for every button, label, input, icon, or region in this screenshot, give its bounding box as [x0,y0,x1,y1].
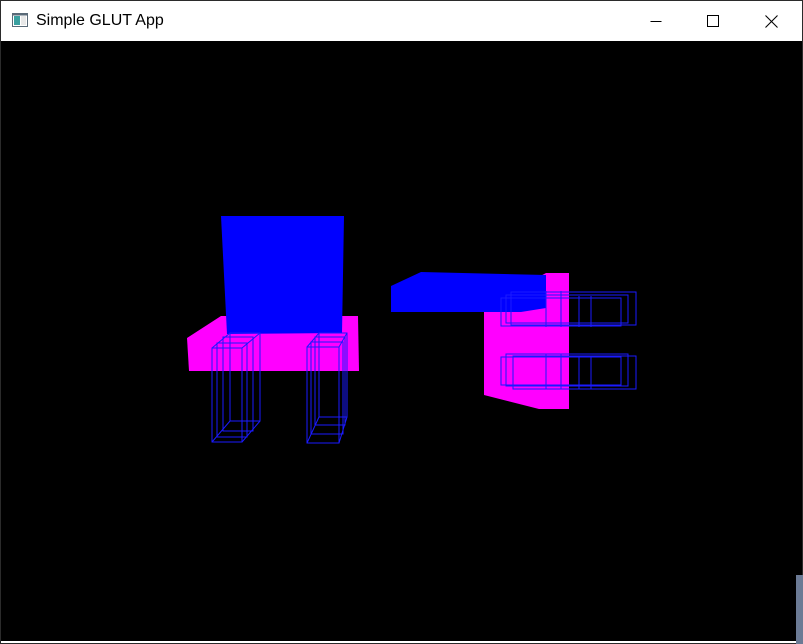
close-button[interactable] [742,1,800,41]
minimize-button[interactable] [627,1,685,41]
chair-model-right [391,272,637,409]
chair-backrest [221,216,344,334]
minimize-icon [650,15,662,27]
window-title: Simple GLUT App [36,12,164,29]
opengl-viewport[interactable] [1,41,802,641]
close-icon [764,14,778,28]
title-bar[interactable]: Simple GLUT App [1,1,802,41]
maximize-button[interactable] [684,1,742,41]
chair-model-left [187,216,359,444]
app-window: Simple GLUT App [0,0,803,644]
background-window-edge [796,575,803,644]
scene-canvas [187,216,637,444]
glut-app-icon [12,13,28,27]
maximize-icon [707,15,719,27]
